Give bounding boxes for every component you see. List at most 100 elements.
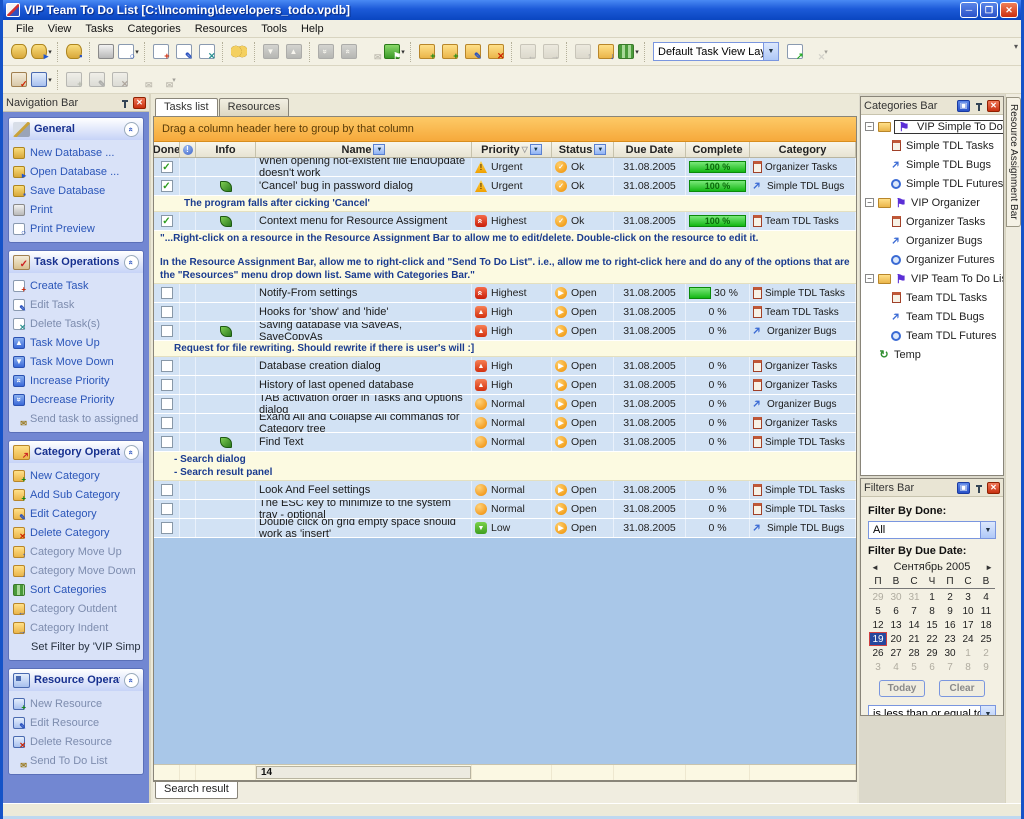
nav-item-category-indent[interactable]: →Category Indent [13,618,141,637]
calendar-day[interactable]: 10 [959,604,977,618]
nav-item-set-filter-by-vip-simple-t[interactable]: Set Filter by 'VIP Simple T... [13,637,141,656]
tab-search-result[interactable]: Search result [155,782,238,799]
calendar-day[interactable]: 4 [977,590,995,604]
apply-layout-button[interactable]: ↗ [783,40,806,63]
calendar-prev-icon[interactable]: ◄ [868,563,882,572]
nav-section-header[interactable]: Category Operati...« [9,441,143,463]
tree-item-organizer-futures[interactable]: Organizer Futures [863,250,1003,269]
calendar-day[interactable]: 3 [869,660,887,674]
table-row[interactable]: Exand All and Collapse All commands for … [154,414,856,433]
done-checkbox[interactable]: ✓ [161,215,173,227]
float-panel-icon[interactable]: ▣ [957,100,970,112]
tree-item-team-tdl-tasks[interactable]: Team TDL Tasks [863,288,1003,307]
close-icon[interactable]: ✕ [987,482,1000,494]
chevron-up-icon[interactable]: « [124,445,139,460]
tree-item-simple-tdl-tasks[interactable]: Simple TDL Tasks [863,136,1003,155]
resources-view-button[interactable]: ▾ [30,68,53,91]
done-checkbox[interactable] [161,398,173,410]
nav-item-print-preview[interactable]: ○Print Preview [13,219,141,238]
nav-item-increase-priority[interactable]: «Increase Priority [13,371,141,390]
filter-dropdown-icon[interactable]: ▼ [373,144,385,155]
done-checkbox[interactable] [161,360,173,372]
chevron-up-icon[interactable]: « [124,122,139,137]
tree-item-simple-tdl-bugs[interactable]: Simple TDL Bugs [863,155,1003,174]
calendar-day[interactable]: 5 [905,660,923,674]
calendar-day[interactable]: 14 [905,618,923,632]
nav-item-send-to-do-list[interactable]: ✉Send To Do List [13,751,141,770]
calendar-day[interactable]: 1 [923,590,941,604]
collapse-icon[interactable]: − [865,198,874,207]
calendar-day[interactable]: 2 [977,646,995,660]
calendar-day[interactable]: 19 [869,632,887,646]
tab-tasks-list[interactable]: Tasks list [155,98,218,116]
calendar-day[interactable]: 20 [887,632,905,646]
nav-item-add-sub-category[interactable]: +Add Sub Category [13,485,141,504]
column-header-done[interactable]: Done [154,142,180,157]
calendar-day[interactable]: 8 [959,660,977,674]
close-icon[interactable]: ✕ [133,97,146,109]
tasks-view-button[interactable]: ✓ [7,68,30,91]
calendar-day[interactable]: 13 [887,618,905,632]
column-header-status[interactable]: Status▼ [552,142,614,157]
tree-item-team-tdl-futures[interactable]: Team TDL Futures [863,326,1003,345]
calendar-day[interactable]: 29 [869,590,887,604]
calendar-day[interactable]: 27 [887,646,905,660]
sort-categories-button[interactable]: ▾ [617,40,640,63]
delete-category-button[interactable]: ✕ [484,40,507,63]
column-header-due-date[interactable]: Due Date [614,142,686,157]
done-checkbox[interactable] [161,379,173,391]
chevron-down-icon[interactable]: ▼ [980,522,995,538]
nav-item-task-move-up[interactable]: ▲Task Move Up [13,333,141,352]
calendar-day[interactable]: 17 [959,618,977,632]
calendar-day[interactable]: 8 [923,604,941,618]
nav-item-send-task-to-assigned-res[interactable]: ✉Send task to assigned res... [13,409,141,428]
chevron-down-icon[interactable]: ▼ [763,43,778,60]
tree-item-vip-simple-to-do-list[interactable]: −⚑VIP Simple To Do List [863,117,1003,136]
done-checkbox[interactable] [161,417,173,429]
nav-section-header[interactable]: Resource Operati...« [9,669,143,691]
table-row[interactable]: Hooks for 'show' and 'hide'▲High▶Open31.… [154,303,856,322]
print-preview-button[interactable]: ○▾ [117,40,140,63]
nav-item-new-database[interactable]: New Database ... [13,143,141,162]
table-row[interactable]: ✓'Cancel' bug in password dialog!Urgent✓… [154,177,856,196]
tree-item-simple-tdl-futures[interactable]: Simple TDL Futures [863,174,1003,193]
category-move-down-button[interactable]: ↓ [594,40,617,63]
pin-icon[interactable] [972,482,985,494]
menu-categories[interactable]: Categories [121,22,188,36]
calendar-day[interactable]: 22 [923,632,941,646]
collapse-icon[interactable]: − [865,122,874,131]
nav-item-task-move-down[interactable]: ▼Task Move Down [13,352,141,371]
calendar-day[interactable]: 5 [869,604,887,618]
calendar-day[interactable]: 7 [905,604,923,618]
new-category-button[interactable]: + [415,40,438,63]
calendar-day[interactable]: 23 [941,632,959,646]
calendar-day[interactable]: 12 [869,618,887,632]
table-row[interactable]: Saving database via SaveAs, SaveCopyAs▲H… [154,322,856,341]
menu-resources[interactable]: Resources [188,22,255,36]
minimize-button[interactable]: ─ [960,2,978,18]
filter-dropdown-icon[interactable]: ▼ [530,144,542,155]
nav-item-new-resource[interactable]: +New Resource [13,694,141,713]
tree-item-organizer-bugs[interactable]: Organizer Bugs [863,231,1003,250]
nav-section-header[interactable]: Task Operations« [9,251,143,273]
maximize-button[interactable]: ❐ [980,2,998,18]
column-header-alert[interactable]: ! [180,142,196,157]
table-row[interactable]: ✓Context menu for Resource Assigment«Hig… [154,212,856,231]
pin-icon[interactable] [118,97,131,109]
done-checkbox[interactable]: ✓ [161,180,173,192]
close-icon[interactable]: ✕ [987,100,1000,112]
calendar-day[interactable]: 3 [959,590,977,604]
clear-button[interactable]: Clear [939,680,985,697]
calendar-day[interactable]: 6 [887,604,905,618]
table-row[interactable]: The ESC key to minimize to the system tr… [154,500,856,519]
tree-item-vip-team-to-do-list[interactable]: −⚑VIP Team To Do List [863,269,1003,288]
nav-item-category-move-up[interactable]: ↑Category Move Up [13,542,141,561]
find-button[interactable] [227,40,250,63]
calendar-day[interactable]: 29 [923,646,941,660]
calendar-day[interactable]: 24 [959,632,977,646]
chevron-down-icon[interactable]: ▼ [980,706,995,715]
new-database-button[interactable] [7,40,30,63]
done-checkbox[interactable] [161,436,173,448]
done-checkbox[interactable] [161,503,173,515]
calendar-day[interactable]: 9 [941,604,959,618]
